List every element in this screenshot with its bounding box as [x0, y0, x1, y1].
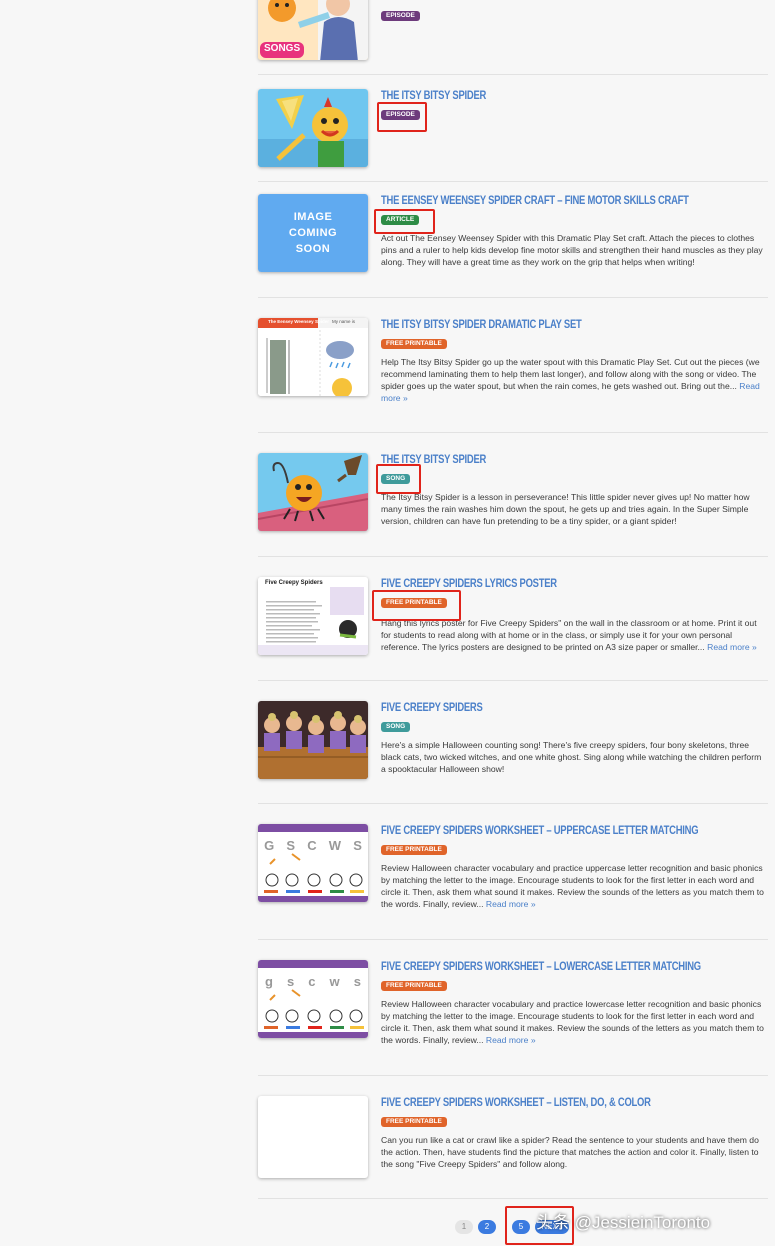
divider	[258, 1075, 768, 1076]
item-title[interactable]: FIVE CREEPY SPIDERS WORKSHEET – UPPERCAS…	[381, 824, 699, 838]
type-badge: FREE PRINTABLE	[381, 845, 447, 855]
thumbnail[interactable]	[258, 701, 368, 779]
type-badge: FREE PRINTABLE	[381, 339, 447, 349]
item-title[interactable]: FIVE CREEPY SPIDERS WORKSHEET – LOWERCAS…	[381, 960, 701, 974]
desc-text: Review Halloween character vocabulary an…	[381, 999, 764, 1045]
page-button[interactable]: 1	[455, 1220, 473, 1234]
read-more-link[interactable]: Read more »	[707, 642, 757, 652]
item-description: Act out The Eensey Weensey Spider with t…	[381, 233, 763, 267]
item-title[interactable]: FIVE CREEPY SPIDERS	[381, 701, 698, 715]
thumbnail[interactable]: The Eensey Weensey Spider My name is	[258, 318, 368, 396]
item-content: FIVE CREEPY SPIDERS WORKSHEET – LOWERCAS…	[381, 960, 768, 1046]
thumbnail[interactable]: SONGS	[258, 0, 368, 60]
thumb-title: My name is	[332, 319, 356, 324]
letter: s	[287, 974, 295, 989]
item-content: THE ITSY BITSY SPIDER DRAMATIC PLAY SET …	[381, 318, 768, 404]
list-item: SONGS EPISODE	[258, 0, 768, 62]
divider	[258, 297, 768, 298]
list-item: G S C W S FIVE CREEPY SPIDERS WORKSHEET …	[258, 824, 768, 916]
list-item: FIVE CREEPY SPIDERS SONG Here's a simple…	[258, 701, 768, 793]
type-badge: FREE PRINTABLE	[381, 981, 447, 991]
divider	[258, 556, 768, 557]
item-content: FIVE CREEPY SPIDERS WORKSHEET – UPPERCAS…	[381, 824, 768, 910]
item-title[interactable]: THE ITSY BITSY SPIDER	[381, 453, 698, 467]
item-content: FIVE CREEPY SPIDERS WORKSHEET – LISTEN, …	[381, 1096, 768, 1170]
divider	[258, 74, 768, 75]
divider	[258, 1198, 768, 1199]
list-item: The Eensey Weensey Spider My name is THE…	[258, 318, 768, 410]
type-badge: FREE PRINTABLE	[381, 1117, 447, 1127]
letter: c	[308, 974, 316, 989]
desc-text: Hang this lyrics poster for Five Creepy …	[381, 618, 757, 652]
divider	[258, 680, 768, 681]
item-title[interactable]: THE ITSY BITSY SPIDER DRAMATIC PLAY SET	[381, 318, 698, 332]
desc-text: Review Halloween character vocabulary an…	[381, 863, 764, 909]
read-more-link[interactable]: Read more »	[486, 899, 536, 909]
letter: w	[329, 974, 340, 989]
list-item: FIVE CREEPY SPIDERS WORKSHEET – LISTEN, …	[258, 1096, 768, 1188]
thumb-title: Five Creepy Spiders	[265, 580, 323, 586]
thumbnail[interactable]	[258, 89, 368, 167]
item-title[interactable]: FIVE CREEPY SPIDERS LYRICS POSTER	[381, 577, 698, 591]
list-item: g s c w s FIVE CREEPY SPIDERS WORKSHEET …	[258, 960, 768, 1052]
divider	[258, 803, 768, 804]
coming-line: IMAGE	[293, 211, 333, 223]
thumb-letters: g s c w s	[258, 974, 368, 989]
type-badge: SONG	[381, 722, 411, 732]
coming-line: SOON	[295, 243, 331, 255]
item-description: Hang this lyrics poster for Five Creepy …	[381, 617, 768, 653]
item-content: THE ITSY BITSY SPIDER EPISODE	[381, 89, 768, 121]
item-description: The Itsy Bitsy Spider is a lesson in per…	[381, 492, 750, 526]
item-content: THE EENSEY WEENSEY SPIDER CRAFT – FINE M…	[381, 194, 768, 268]
thumb-title: The Eensey Weensey Spider	[268, 319, 329, 324]
thumb-label: SONGS	[264, 43, 301, 54]
coming-line: COMING	[288, 227, 338, 239]
divider	[258, 939, 768, 940]
letter: W	[328, 838, 342, 853]
list-item: THE ITSY BITSY SPIDER SONG The Itsy Bits…	[258, 453, 768, 545]
type-badge: EPISODE	[381, 11, 420, 21]
thumbnail[interactable]	[258, 1096, 368, 1178]
letter: s	[353, 974, 361, 989]
thumbnail[interactable]	[258, 453, 368, 531]
divider	[258, 181, 768, 182]
desc-text: Help The Itsy Bitsy Spider go up the wat…	[381, 357, 760, 391]
thumbnail[interactable]: G S C W S	[258, 824, 368, 902]
thumbnail[interactable]: g s c w s	[258, 960, 368, 1038]
item-description: Review Halloween character vocabulary an…	[381, 998, 768, 1046]
item-description: Here's a simple Halloween counting song!…	[381, 740, 762, 774]
item-description: Help The Itsy Bitsy Spider go up the wat…	[381, 356, 768, 404]
highlight-box	[372, 590, 461, 621]
divider	[258, 432, 768, 433]
list-item: Five Creepy Spiders FIVE CREEPY SPIDERS …	[258, 577, 768, 669]
thumb-letters: G S C W S	[258, 838, 368, 853]
thumbnail[interactable]: Five Creepy Spiders	[258, 577, 368, 655]
list-item: IMAGE COMING SOON THE EENSEY WEENSEY SPI…	[258, 194, 768, 284]
letter: S	[286, 838, 296, 853]
letter: G	[264, 838, 275, 853]
item-title[interactable]: FIVE CREEPY SPIDERS WORKSHEET – LISTEN, …	[381, 1096, 698, 1110]
highlight-box	[377, 102, 427, 132]
image-coming-soon: IMAGE COMING SOON	[258, 194, 368, 272]
page-button-current[interactable]: 2	[478, 1220, 496, 1234]
letter: C	[307, 838, 317, 853]
item-content: FIVE CREEPY SPIDERS SONG Here's a simple…	[381, 701, 768, 775]
item-content: EPISODE	[381, 4, 768, 22]
item-title[interactable]: THE EENSEY WEENSEY SPIDER CRAFT – FINE M…	[381, 194, 698, 208]
letter: g	[265, 974, 273, 989]
watermark: 头条 @JessieinToronto	[536, 1213, 711, 1232]
letter: S	[353, 838, 362, 853]
highlight-box	[376, 464, 421, 494]
item-description: Review Halloween character vocabulary an…	[381, 862, 768, 910]
read-more-link[interactable]: Read more »	[486, 1035, 536, 1045]
item-content: THE ITSY BITSY SPIDER SONG The Itsy Bits…	[381, 453, 768, 527]
item-description: Can you run like a cat or crawl like a s…	[381, 1135, 759, 1169]
thumbnail[interactable]: IMAGE COMING SOON	[258, 194, 368, 272]
list-item: THE ITSY BITSY SPIDER EPISODE	[258, 89, 768, 169]
item-title[interactable]: THE ITSY BITSY SPIDER	[381, 89, 698, 103]
highlight-box	[374, 209, 435, 234]
